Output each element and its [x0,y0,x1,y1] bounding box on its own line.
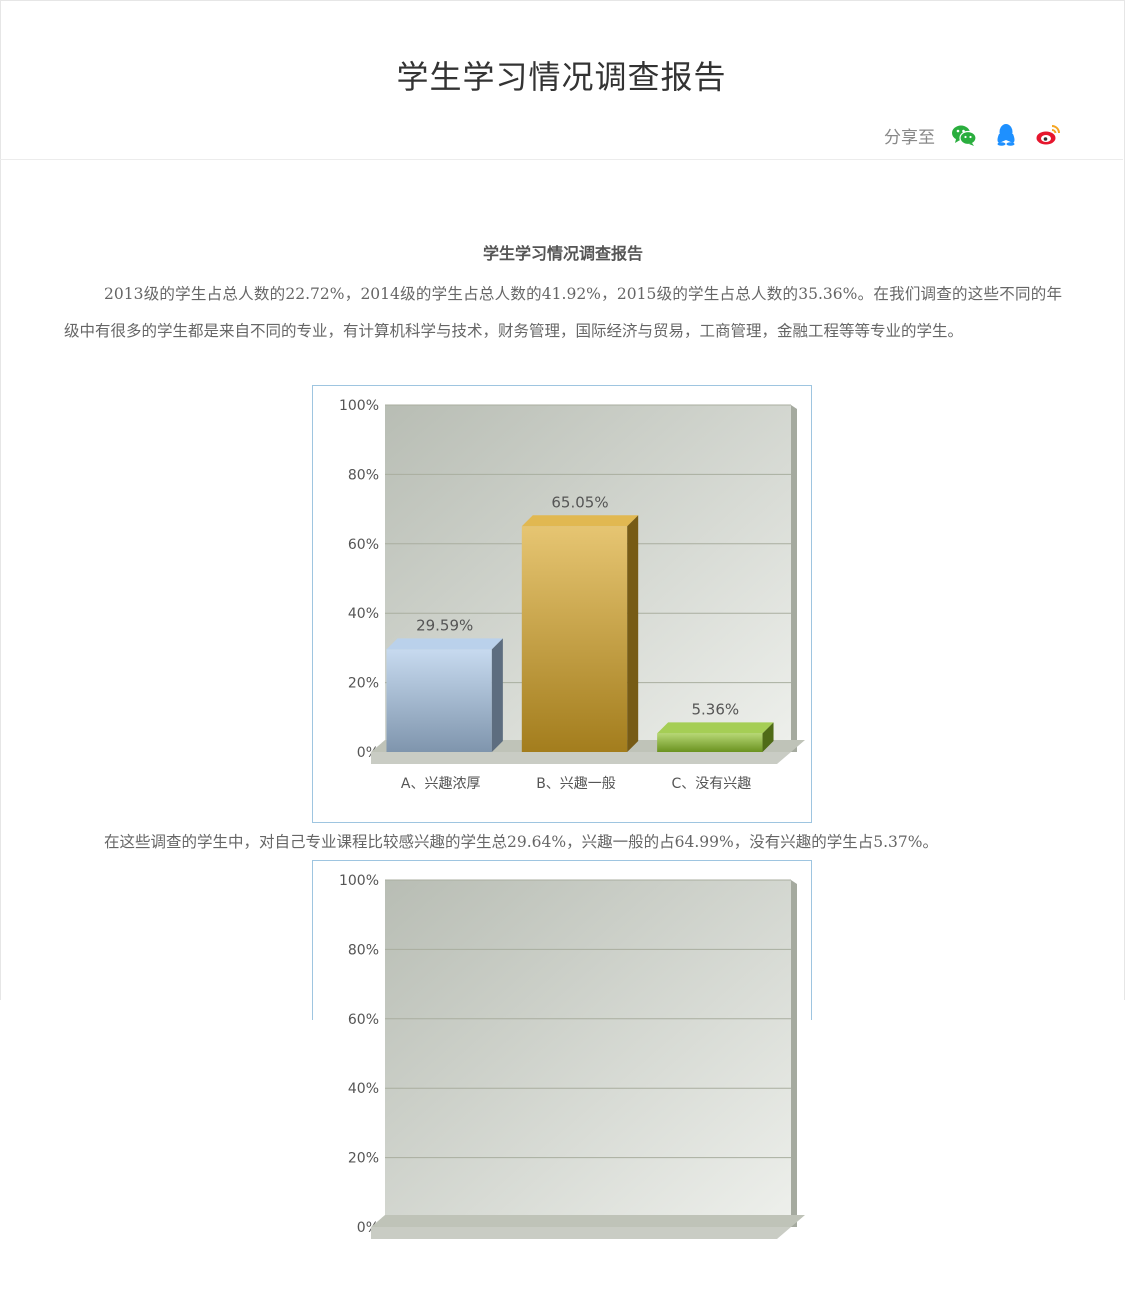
y-tick-label: 40% [348,1081,379,1097]
bar-chart-interest-svg: 0%20%40%60%80%100%29.59%A、兴趣浓厚65.05%B、兴趣… [339,398,805,792]
chart-floor-top [371,1215,805,1227]
bar-chart-second-svg: 0%20%40%60%80%100% [339,873,805,1239]
share-bar: 分享至 [884,120,1061,150]
bar-side [491,638,503,752]
bar-top [521,515,639,527]
y-tick-label: 100% [339,873,379,889]
article-paragraph: 2013级的学生占总人数的22.72%，2014级的学生占总人数的41.92%，… [64,285,1062,340]
page-title: 学生学习情况调查报告 [396,58,727,96]
bar [386,649,492,752]
article-body: 学生学习情况调查报告 2013级的学生占总人数的22.72%，2014级的学生占… [64,240,1062,350]
y-tick-label: 60% [348,1012,379,1028]
y-tick-label: 60% [348,537,379,553]
x-tick-label: B、兴趣一般 [536,776,616,792]
plot-side-wall [791,405,797,752]
y-tick-label: 40% [348,606,379,622]
data-label: 5.36% [692,700,740,718]
chart-caption: 在这些调查的学生中，对自己专业课程比较感兴趣的学生总29.64%，兴趣一般的占6… [104,833,938,851]
wechat-icon[interactable] [951,122,977,148]
x-tick-label: A、兴趣浓厚 [401,776,481,792]
plot-side-wall [791,880,797,1227]
bar [657,733,763,752]
bar-top [657,722,774,734]
article-heading: 学生学习情况调查报告 [482,244,643,263]
chart-floor [371,1227,791,1239]
bar-chart-interest: 0% 20% 40% 60% 80% 100% 29.59% A、兴趣浓厚 65.05% B、兴趣… [312,385,812,823]
bar-chart-second: 0% 20% 40% 60% 80% 100% [312,860,812,1239]
x-tick-label: C、没有兴趣 [671,776,751,792]
weibo-icon[interactable] [1035,122,1061,148]
y-tick-label: 20% [348,1151,379,1167]
plot-area [385,880,791,1227]
y-tick-label: 100% [339,398,379,414]
data-label: 29.59% [416,616,473,634]
page-header: 学生学习情况调查报告 分享至 [0,0,1123,160]
y-tick-label: 80% [348,467,379,483]
y-tick-label: 80% [348,942,379,958]
bar-top [386,638,503,650]
data-label: 65.05% [551,493,608,511]
qq-icon[interactable] [993,122,1019,148]
chart-floor [371,752,791,764]
share-label: 分享至 [884,127,935,148]
y-tick-label: 20% [348,676,379,692]
bar-side [627,515,639,752]
bar [521,526,628,752]
